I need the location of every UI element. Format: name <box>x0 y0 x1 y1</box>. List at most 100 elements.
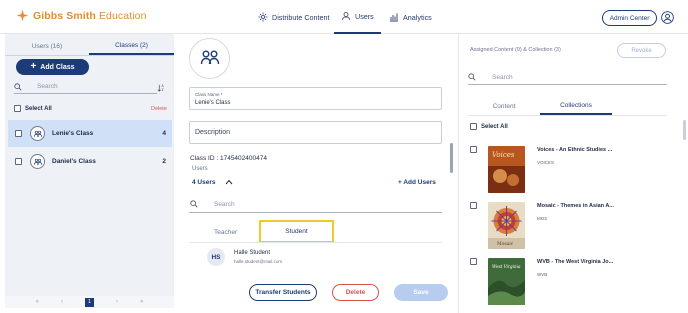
tab-users[interactable]: Users (16) <box>5 38 89 55</box>
analytics-icon <box>390 13 398 22</box>
collection-cover-image: Voices <box>488 146 525 193</box>
admin-center-button[interactable]: Admin Center <box>602 10 657 26</box>
class-name-field[interactable]: Class Name * Lenie's Class <box>189 87 442 110</box>
collection-cover-image: West Virginia <box>488 258 525 305</box>
class-name: Daniel's Class <box>52 158 96 165</box>
class-id: Class ID : 1745402400474 <box>190 155 267 162</box>
page-number-current[interactable]: 1 <box>85 297 94 307</box>
nav-distribute-content[interactable]: Distribute Content <box>258 0 330 34</box>
nav-distribute-label: Distribute Content <box>272 12 330 22</box>
right-scrollbar[interactable] <box>683 120 686 140</box>
pagination: « ‹ 1 › » <box>5 296 174 308</box>
class-user-count: 4 <box>162 130 166 137</box>
search-icon <box>14 82 22 90</box>
tab-student[interactable]: Student <box>259 220 334 243</box>
content-search-input[interactable]: Search <box>468 70 667 85</box>
collection-code: MOS <box>537 216 548 221</box>
class-avatar-large <box>189 38 230 79</box>
prev-page-button[interactable]: ‹ <box>61 299 63 305</box>
search-icon <box>190 200 198 208</box>
select-all-checkbox[interactable] <box>470 123 477 130</box>
collection-checkbox[interactable] <box>470 146 477 153</box>
save-button[interactable]: Save <box>394 284 448 301</box>
class-avatar <box>30 154 45 169</box>
users-label: Users <box>192 166 208 172</box>
plus-icon: + <box>30 61 37 72</box>
account-icon[interactable] <box>661 11 674 24</box>
delete-class-button[interactable]: Delete <box>332 284 379 301</box>
class-checkbox[interactable] <box>15 130 22 137</box>
select-all-label: Select All <box>25 105 52 112</box>
add-class-label: Add Class <box>40 63 75 71</box>
class-name-value: Lenie's Class <box>195 100 231 106</box>
collection-code: WVB <box>537 272 548 277</box>
tab-collections[interactable]: Collections <box>540 97 612 115</box>
class-row[interactable]: Lenie's Class 4 <box>8 120 172 147</box>
student-name: Halle Student <box>234 250 271 256</box>
tab-content[interactable]: Content <box>470 97 538 115</box>
first-page-button[interactable]: « <box>36 299 39 305</box>
group-icon <box>33 158 42 165</box>
user-icon <box>342 12 350 21</box>
add-users-link[interactable]: + Add Users <box>398 179 436 186</box>
class-avatar <box>30 126 45 141</box>
student-email: halle.student@mail.com <box>234 259 283 264</box>
distribute-icon <box>258 12 268 22</box>
user-search-input[interactable]: Search <box>189 196 442 213</box>
delete-classes-link[interactable]: Delete <box>151 106 167 112</box>
class-name-label: Class Name * <box>195 92 223 97</box>
tab-divider <box>5 55 174 56</box>
nav-users[interactable]: Users <box>334 0 381 34</box>
assigned-summary: Assigned Content (0) & Collection (3) <box>470 47 561 53</box>
last-page-button[interactable]: » <box>140 299 143 305</box>
svg-text:Z: Z <box>162 88 165 92</box>
collection-title: WVB - The West Virginia Jo... <box>537 259 614 265</box>
add-class-button[interactable]: + Add Class <box>16 59 89 75</box>
tab-teacher[interactable]: Teacher <box>214 229 237 236</box>
collection-checkbox[interactable] <box>470 202 477 209</box>
class-name: Lenie's Class <box>52 130 94 137</box>
collection-checkbox[interactable] <box>470 258 477 265</box>
select-all-collections[interactable]: Select All <box>470 123 508 130</box>
cover-title-text: Mosaic <box>497 241 514 247</box>
brand-mark-icon <box>16 9 29 22</box>
group-icon <box>200 50 219 64</box>
nav-analytics[interactable]: Analytics <box>389 0 432 34</box>
group-icon <box>33 130 42 137</box>
cover-title-text: West Virginia <box>492 264 521 269</box>
brand-logo[interactable]: Gibbs Smith Education <box>16 9 147 22</box>
student-avatar: HS <box>207 248 225 266</box>
transfer-students-button[interactable]: Transfer Students <box>249 284 317 301</box>
brand-name: Gibbs Smith Education <box>33 9 147 22</box>
class-row[interactable]: Daniel's Class 2 <box>8 148 172 175</box>
next-page-button[interactable]: › <box>116 299 118 305</box>
search-placeholder: Search <box>492 73 513 81</box>
collection-title: Voices - An Ethnic Studies ... <box>537 147 613 153</box>
revoke-button[interactable]: Revoke <box>617 43 666 58</box>
nav-analytics-label: Analytics <box>403 12 432 22</box>
sort-icon[interactable]: AZ <box>157 83 166 93</box>
select-all-label: Select All <box>481 123 508 130</box>
collection-title: Mosaic - Themes in Asian A... <box>537 203 614 209</box>
cover-title-text: Voices <box>492 151 515 159</box>
middle-scrollbar[interactable] <box>450 143 453 173</box>
select-all-checkbox[interactable] <box>14 105 21 112</box>
search-placeholder: Search <box>214 200 235 208</box>
chevron-up-icon[interactable] <box>224 178 234 186</box>
nav-users-label: Users <box>355 11 374 21</box>
select-all-classes[interactable]: Select All <box>14 105 52 112</box>
search-icon <box>468 73 476 81</box>
tab-classes[interactable]: Classes (2) <box>89 38 174 55</box>
users-count-toggle[interactable]: 4 Users <box>192 179 216 186</box>
svg-text:A: A <box>162 84 165 88</box>
classes-panel: Users (16) Classes (2) + Add Class Searc… <box>5 34 174 296</box>
search-placeholder: Search <box>37 83 58 90</box>
collection-code: VOICES <box>537 160 555 165</box>
class-checkbox[interactable] <box>15 158 22 165</box>
tab-divider <box>468 115 667 116</box>
class-search-input[interactable]: Search <box>14 80 157 94</box>
description-placeholder: Description <box>195 129 231 136</box>
tab-divider <box>189 242 442 243</box>
collection-cover-image: Mosaic <box>488 202 525 249</box>
description-field[interactable]: Description <box>189 121 442 144</box>
